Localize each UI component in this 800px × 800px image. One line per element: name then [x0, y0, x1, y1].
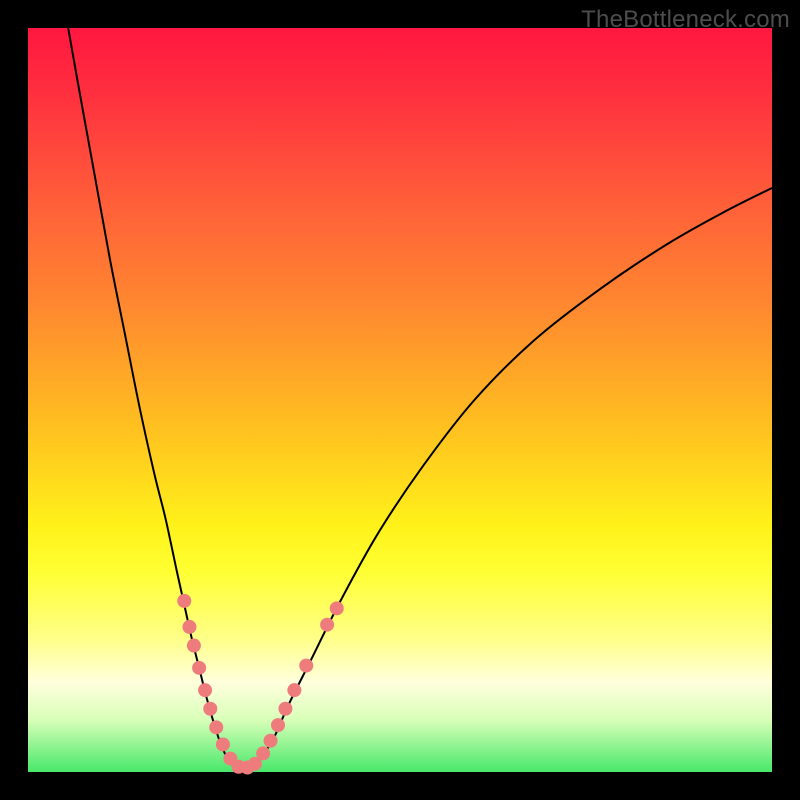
data-marker [278, 702, 292, 716]
data-marker [187, 639, 201, 653]
data-marker [287, 683, 301, 697]
data-marker [182, 620, 196, 634]
chart-frame: TheBottleneck.com [0, 0, 800, 800]
data-marker [256, 746, 270, 760]
data-marker [198, 683, 212, 697]
data-marker [320, 618, 334, 632]
data-marker [271, 718, 285, 732]
data-marker [330, 601, 344, 615]
data-marker [203, 702, 217, 716]
data-marker [209, 720, 223, 734]
data-marker [216, 737, 230, 751]
data-marker [192, 661, 206, 675]
plot-area [28, 28, 772, 772]
curve-right-branch [259, 188, 772, 762]
curve-left-branch [68, 28, 229, 761]
curve-layer [28, 28, 772, 772]
marker-group [177, 594, 344, 775]
data-marker [177, 594, 191, 608]
data-marker [299, 659, 313, 673]
data-marker [264, 734, 278, 748]
